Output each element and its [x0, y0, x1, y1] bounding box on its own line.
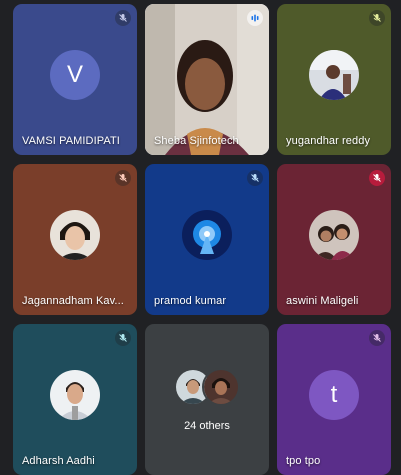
avatar — [50, 209, 100, 260]
mic-off-icon — [369, 170, 385, 186]
participant-grid: V VAMSI PAMIDIPATI Sheba Sjinfotech yuga… — [0, 0, 401, 475]
participant-name: yugandhar reddy — [286, 135, 371, 147]
avatar — [50, 369, 100, 420]
participant-name: pramod kumar — [154, 295, 227, 307]
participant-tile-jagannadham[interactable]: Jagannadham Kav... — [13, 164, 137, 315]
mic-off-icon — [115, 330, 131, 346]
mic-off-icon — [247, 170, 263, 186]
participant-name: aswini Maligeli — [286, 295, 359, 307]
participant-tile-tpo[interactable]: t tpo tpo — [277, 324, 391, 475]
participant-tile-vamsi[interactable]: V VAMSI PAMIDIPATI — [13, 4, 137, 155]
avatar: t — [309, 369, 359, 420]
participant-name: Sheba Sjinfotech — [154, 135, 239, 147]
mic-off-icon — [115, 10, 131, 26]
participant-tile-adharsh[interactable]: Adharsh Aadhi — [13, 324, 137, 475]
others-avatars — [174, 368, 240, 407]
avatar — [309, 209, 359, 260]
avatar — [309, 49, 359, 100]
participant-name: tpo tpo — [286, 455, 321, 467]
speaking-indicator-icon — [247, 10, 263, 26]
mic-off-icon — [369, 330, 385, 346]
participant-name: Jagannadham Kav... — [22, 295, 124, 307]
participant-name: Adharsh Aadhi — [22, 455, 95, 467]
participant-tile-sheba[interactable]: Sheba Sjinfotech — [145, 4, 269, 155]
participant-tile-yugandhar[interactable]: yugandhar reddy — [277, 4, 391, 155]
participant-tile-aswini[interactable]: aswini Maligeli — [277, 164, 391, 315]
avatar — [202, 368, 240, 407]
avatar-initial: t — [330, 380, 338, 408]
mic-off-icon — [115, 170, 131, 186]
participant-tile-pramod[interactable]: pramod kumar — [145, 164, 269, 315]
avatar: V — [50, 49, 100, 100]
others-tile[interactable]: 24 others — [145, 324, 269, 475]
avatar-initial: V — [66, 60, 83, 88]
mic-off-icon — [369, 10, 385, 26]
avatar — [182, 209, 232, 260]
others-count-label: 24 others — [184, 420, 230, 432]
participant-name: VAMSI PAMIDIPATI — [22, 135, 120, 147]
video-feed — [145, 4, 269, 155]
